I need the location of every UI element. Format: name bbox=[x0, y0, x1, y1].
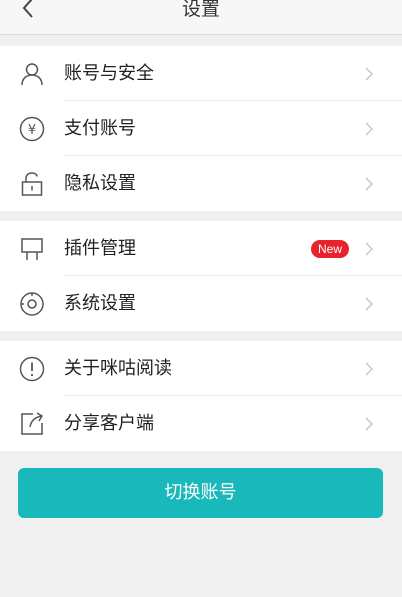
menu-item-privacy-settings[interactable]: 隐私设置 bbox=[0, 156, 402, 211]
chevron-right-icon bbox=[365, 176, 374, 191]
about-group: 关于咪咕阅读 分享客户端 bbox=[0, 341, 402, 451]
share-icon bbox=[18, 410, 46, 438]
menu-item-label: 分享客户端 bbox=[64, 413, 154, 434]
menu-item-account-security[interactable]: 账号与安全 bbox=[0, 46, 402, 101]
menu-item-label: 账号与安全 bbox=[64, 63, 154, 84]
chevron-right-icon bbox=[365, 241, 374, 256]
lock-icon bbox=[18, 170, 46, 198]
menu-item-label: 系统设置 bbox=[64, 293, 136, 314]
new-badge: New bbox=[310, 239, 349, 258]
top-bar: 设置 bbox=[0, 0, 402, 35]
menu-item-system-settings[interactable]: 系统设置 bbox=[0, 276, 402, 331]
menu-item-label: 隐私设置 bbox=[64, 173, 136, 194]
system-settings-group: 插件管理 New 系统设置 bbox=[0, 221, 402, 331]
chevron-right-icon bbox=[365, 121, 374, 136]
menu-item-about[interactable]: 关于咪咕阅读 bbox=[0, 341, 402, 396]
chevron-right-icon bbox=[365, 416, 374, 431]
plugin-icon bbox=[18, 235, 46, 263]
info-icon bbox=[18, 355, 46, 383]
menu-item-label: 关于咪咕阅读 bbox=[64, 358, 172, 379]
menu-item-payment-account[interactable]: ¥ 支付账号 bbox=[0, 101, 402, 156]
menu-item-label: 支付账号 bbox=[64, 118, 136, 139]
yen-icon: ¥ bbox=[18, 115, 46, 143]
settings-icon bbox=[18, 290, 46, 318]
svg-text:¥: ¥ bbox=[28, 123, 36, 138]
menu-item-label: 插件管理 bbox=[64, 238, 136, 259]
chevron-right-icon bbox=[365, 296, 374, 311]
page-title: 设置 bbox=[181, 0, 220, 20]
switch-account-button[interactable]: 切换账号 bbox=[18, 468, 383, 518]
user-icon bbox=[18, 60, 46, 88]
menu-item-plugin-management[interactable]: 插件管理 New bbox=[0, 221, 402, 276]
chevron-right-icon bbox=[365, 66, 374, 81]
menu-item-share-client[interactable]: 分享客户端 bbox=[0, 396, 402, 451]
chevron-right-icon bbox=[365, 361, 374, 376]
account-settings-group: 账号与安全 ¥ 支付账号 隐私设置 bbox=[0, 46, 402, 211]
